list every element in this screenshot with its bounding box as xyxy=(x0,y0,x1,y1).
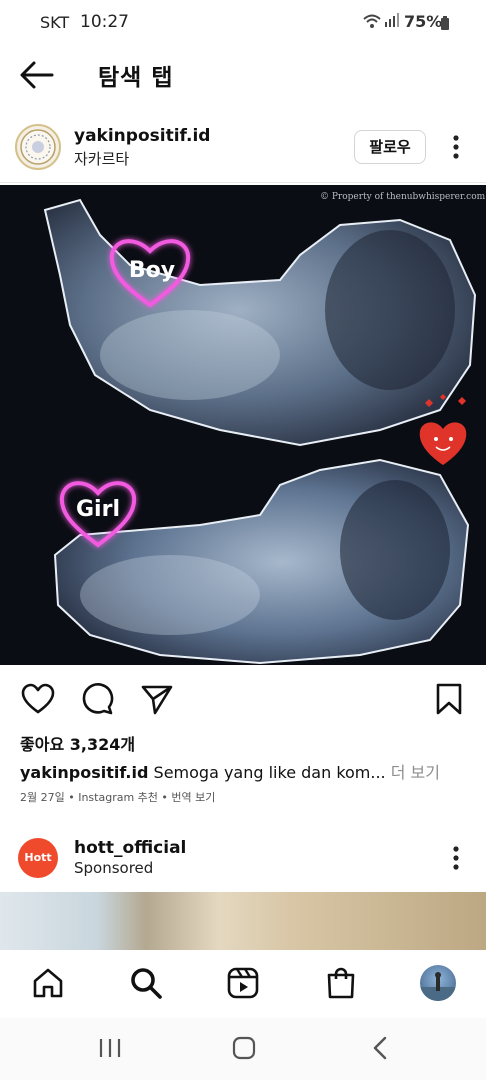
battery-icon xyxy=(441,15,449,30)
wifi-icon xyxy=(362,12,382,34)
like-heart-icon[interactable] xyxy=(20,681,56,717)
home-button-icon[interactable] xyxy=(229,1034,259,1062)
status-bar: SKT 10:27 75% xyxy=(0,0,486,46)
more-options-icon[interactable] xyxy=(444,133,468,161)
sponsor-avatar[interactable]: Hott xyxy=(18,838,58,878)
divider xyxy=(0,182,486,183)
post-username[interactable]: yakinpositif.id xyxy=(74,126,210,146)
carrier-label: SKT xyxy=(40,13,70,32)
page-title: 탐색 탭 xyxy=(98,65,174,91)
clock: 10:27 xyxy=(80,12,129,32)
sponsor-username[interactable]: hott_official xyxy=(74,838,186,858)
signal-icon xyxy=(384,12,400,32)
sponsor-more-options-icon[interactable] xyxy=(444,844,468,872)
recent-apps-icon[interactable] xyxy=(95,1034,125,1062)
shop-bag-icon[interactable] xyxy=(324,966,358,1000)
share-send-icon[interactable] xyxy=(139,681,175,717)
likes-count[interactable]: 좋아요 3,324개 xyxy=(20,731,135,755)
post-location[interactable]: 자카르타 xyxy=(74,148,129,169)
post-image[interactable] xyxy=(0,185,486,665)
follow-button[interactable]: 팔로우 xyxy=(354,130,426,164)
search-icon[interactable] xyxy=(129,966,163,1000)
back-arrow-icon[interactable] xyxy=(18,58,56,92)
sponsored-label: Sponsored xyxy=(74,859,154,877)
comment-icon[interactable] xyxy=(79,681,115,717)
caption-text: Semoga yang like dan kom... xyxy=(153,763,386,782)
post-meta[interactable]: 2월 27일 • Instagram 추천 • 번역 보기 xyxy=(20,789,215,805)
back-button-icon[interactable] xyxy=(366,1034,396,1062)
save-bookmark-icon[interactable] xyxy=(431,681,467,717)
battery-level: 75% xyxy=(404,12,443,31)
reels-icon[interactable] xyxy=(226,966,260,1000)
boy-label: Boy xyxy=(128,258,176,283)
caption[interactable]: yakinpositif.id Semoga yang like dan kom… xyxy=(20,759,440,783)
sponsored-image[interactable] xyxy=(0,892,486,950)
caption-username[interactable]: yakinpositif.id xyxy=(20,763,148,782)
profile-avatar[interactable] xyxy=(420,965,456,1001)
avatar[interactable] xyxy=(15,124,61,170)
girl-label: Girl xyxy=(76,497,120,522)
home-icon[interactable] xyxy=(31,966,65,1000)
image-watermark: © Property of thenubwhisperer.com xyxy=(320,192,486,202)
caption-more-link[interactable]: 더 보기 xyxy=(391,763,440,782)
